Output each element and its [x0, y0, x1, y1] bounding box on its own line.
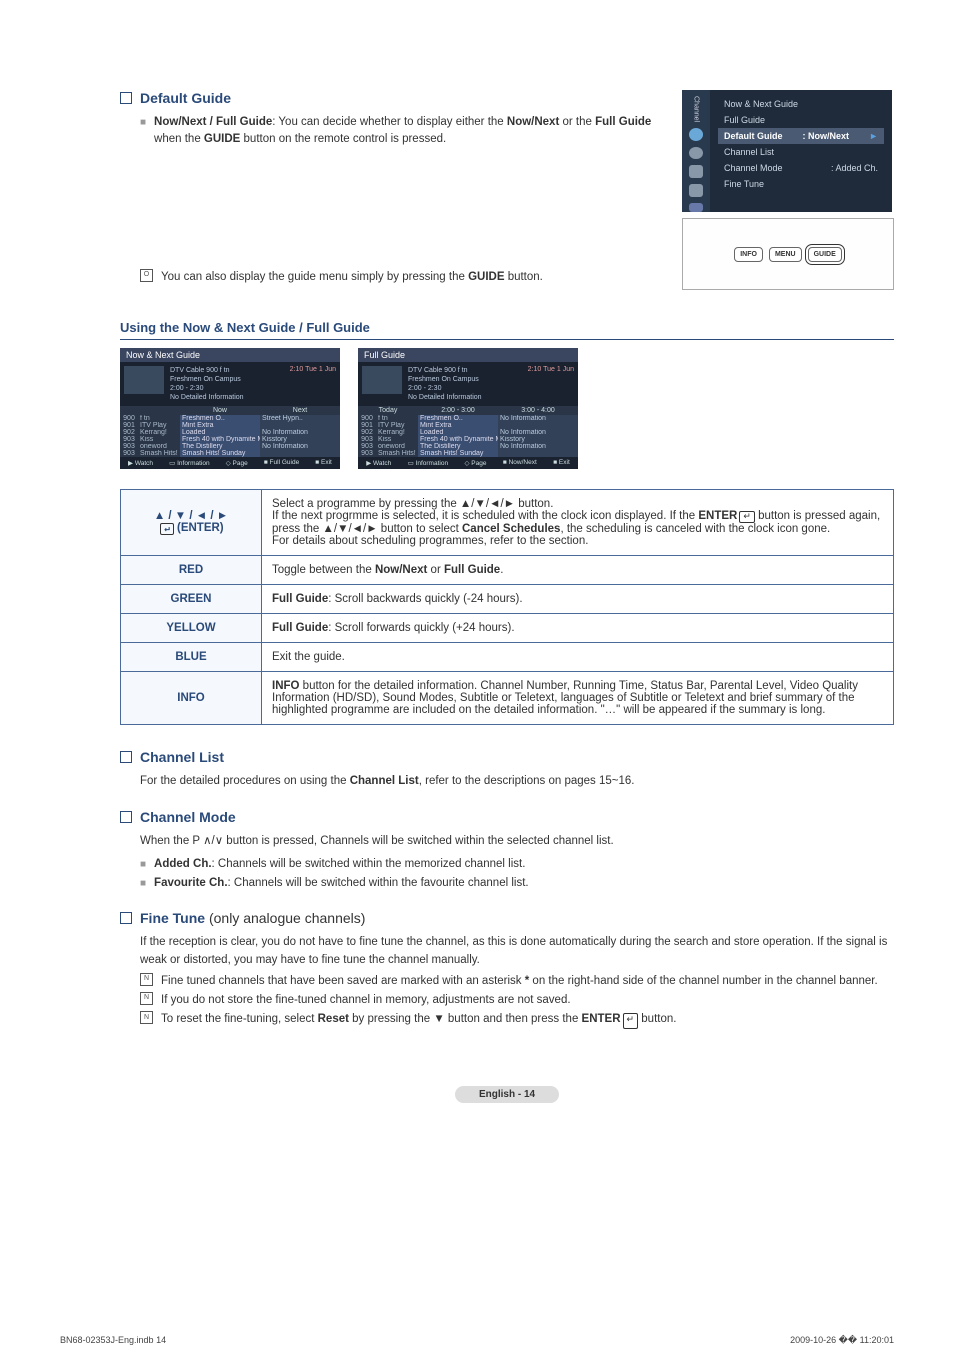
note-icon: O — [140, 269, 153, 282]
section-box-icon — [120, 811, 132, 823]
heading-fine-tune: Fine Tune (only analogue channels) — [120, 910, 894, 926]
menu-icon — [689, 128, 703, 141]
menu-icon — [689, 165, 703, 178]
fine-tune-note-3: N To reset the fine-tuning, select Reset… — [140, 1011, 894, 1029]
bullet-added-ch: ■ Added Ch.: Channels will be switched w… — [140, 856, 894, 873]
menu-item: Now & Next Guide — [718, 96, 884, 112]
channel-mode-intro: When the P ∧/∨ button is pressed, Channe… — [140, 833, 894, 850]
desc-info: INFO button for the detailed information… — [262, 672, 894, 725]
print-footer-right: 2009-10-26 �� 11:20:01 — [790, 1335, 894, 1346]
remote-menu-button: MENU — [769, 247, 802, 262]
note-icon: N — [140, 1011, 153, 1024]
menu-icon — [689, 184, 703, 197]
remote-illustration: INFO MENU GUIDE — [682, 218, 894, 290]
menu-item: Channel Mode: Added Ch. — [718, 160, 884, 176]
section-box-icon — [120, 912, 132, 924]
page-footer: English - 14 — [120, 1089, 894, 1100]
menu-item: Full Guide — [718, 112, 884, 128]
note-icon: N — [140, 973, 153, 986]
note-icon: N — [140, 992, 153, 1005]
print-footer: BN68-02353J-Eng.indb 14 2009-10-26 �� 11… — [0, 1315, 954, 1356]
menu-side-label: Channel — [693, 96, 700, 122]
bullet-favourite-ch: ■ Favourite Ch.: Channels will be switch… — [140, 875, 894, 892]
fine-tune-intro: If the reception is clear, you do not ha… — [140, 934, 894, 969]
desc-green: Full Guide: Scroll backwards quickly (-2… — [262, 585, 894, 614]
heading-text: Default Guide — [140, 90, 231, 106]
fine-tune-note-1: N Fine tuned channels that have been sav… — [140, 973, 894, 990]
bullet-label: Now/Next / Full Guide — [154, 116, 272, 128]
key-red: RED — [121, 556, 262, 585]
desc-arrows-enter: Select a programme by pressing the ▲/▼/◄… — [262, 490, 894, 556]
key-info: INFO — [121, 672, 262, 725]
now-next-guide-screenshot: Now & Next GuideDTV Cable 900 f tnFreshm… — [120, 348, 340, 469]
remote-guide-button: GUIDE — [808, 247, 842, 262]
menu-item: Fine Tune — [718, 176, 884, 192]
desc-blue: Exit the guide. — [262, 643, 894, 672]
heading-default-guide: Default Guide — [120, 90, 662, 106]
heading-channel-list: Channel List — [120, 749, 894, 765]
guide-controls-table: ▲ / ▼ / ◄ / ► ↵ (ENTER) Select a program… — [120, 489, 894, 725]
key-yellow: YELLOW — [121, 614, 262, 643]
menu-icon — [689, 147, 703, 160]
heading-channel-mode: Channel Mode — [120, 809, 894, 825]
menu-icon — [689, 203, 703, 212]
remote-info-button: INFO — [734, 247, 763, 262]
bullet-icon: ■ — [140, 114, 146, 149]
fine-tune-note-2: N If you do not store the fine-tuned cha… — [140, 992, 894, 1009]
section-box-icon — [120, 751, 132, 763]
key-green: GREEN — [121, 585, 262, 614]
osd-menu-screenshot: Channel Now & Next GuideFull GuideDefaul… — [682, 90, 892, 212]
full-guide-screenshot: Full GuideDTV Cable 900 f tnFreshmen On … — [358, 348, 578, 469]
menu-item: Default Guide: Now/Next► — [718, 128, 884, 144]
bullet-now-next: ■ Now/Next / Full Guide: You can decide … — [140, 114, 662, 149]
heading-using-guide: Using the Now & Next Guide / Full Guide — [120, 320, 894, 340]
desc-yellow: Full Guide: Scroll forwards quickly (+24… — [262, 614, 894, 643]
note-guide-button: O You can also display the guide menu si… — [140, 269, 662, 286]
desc-red: Toggle between the Now/Next or Full Guid… — [262, 556, 894, 585]
menu-item: Channel List — [718, 144, 884, 160]
print-footer-left: BN68-02353J-Eng.indb 14 — [60, 1335, 166, 1346]
channel-list-text: For the detailed procedures on using the… — [140, 773, 894, 790]
key-arrows-enter: ▲ / ▼ / ◄ / ► ↵ (ENTER) — [121, 490, 262, 556]
key-blue: BLUE — [121, 643, 262, 672]
section-box-icon — [120, 92, 132, 104]
